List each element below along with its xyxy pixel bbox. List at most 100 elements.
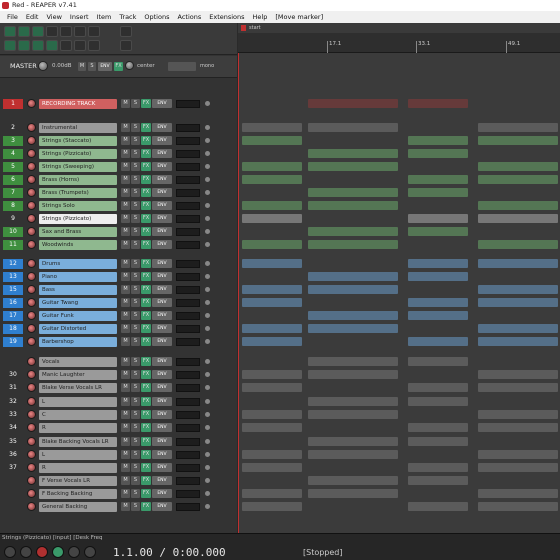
fx-button[interactable]: FX	[141, 272, 151, 281]
track-lane[interactable]	[238, 297, 560, 309]
io-icon[interactable]	[205, 313, 210, 318]
mute-button[interactable]: M	[121, 298, 130, 307]
menu-file[interactable]: File	[3, 11, 22, 23]
record-arm-icon[interactable]	[27, 227, 36, 236]
env-button[interactable]: ENV	[152, 337, 172, 346]
track-name[interactable]: Guitar Distorted	[39, 324, 117, 334]
mute-button[interactable]: M	[121, 502, 130, 511]
master-track[interactable]: MASTER 0.00dB M S ENV FX center mono	[0, 56, 237, 78]
fx-button[interactable]: FX	[141, 311, 151, 320]
track-name[interactable]: L	[39, 397, 117, 407]
io-icon[interactable]	[205, 399, 210, 404]
mute-button[interactable]: M	[121, 201, 130, 210]
track-lane[interactable]	[238, 488, 560, 500]
mute-button[interactable]: M	[121, 272, 130, 281]
save-icon[interactable]	[120, 26, 132, 37]
media-item[interactable]	[478, 337, 558, 346]
track-lane[interactable]	[238, 271, 560, 283]
media-item[interactable]	[408, 357, 468, 366]
env-button[interactable]: ENV	[152, 397, 172, 406]
mute-button[interactable]: M	[121, 259, 130, 268]
media-item[interactable]	[478, 489, 558, 498]
env-button[interactable]: ENV	[152, 227, 172, 236]
media-item[interactable]	[242, 502, 302, 511]
media-item[interactable]	[408, 259, 468, 268]
master-env-button[interactable]: ENV	[98, 62, 112, 71]
env-button[interactable]: ENV	[152, 188, 172, 197]
track-lane[interactable]	[238, 436, 560, 448]
fx-button[interactable]: FX	[141, 240, 151, 249]
track-row[interactable]: 37 R M S FX ENV	[0, 462, 237, 474]
media-item[interactable]	[242, 240, 302, 249]
env-button[interactable]: ENV	[152, 285, 172, 294]
io-icon[interactable]	[205, 177, 210, 182]
menu-options[interactable]: Options	[140, 11, 173, 23]
settings-icon[interactable]	[120, 40, 132, 51]
env-button[interactable]: ENV	[152, 201, 172, 210]
track-lane[interactable]	[238, 323, 560, 335]
mute-button[interactable]: M	[121, 227, 130, 236]
arrange-view[interactable]: start 17.1 33.1 49.1	[238, 23, 560, 533]
cut-icon[interactable]	[60, 40, 72, 51]
track-name[interactable]: F Verse Vocals LR	[39, 476, 117, 486]
media-item[interactable]	[308, 285, 398, 294]
env-button[interactable]: ENV	[152, 162, 172, 171]
track-name[interactable]: Drums	[39, 259, 117, 269]
media-item[interactable]	[308, 311, 398, 320]
record-arm-icon[interactable]	[27, 437, 36, 446]
io-icon[interactable]	[205, 101, 210, 106]
lock-icon[interactable]	[32, 40, 44, 51]
io-icon[interactable]	[205, 385, 210, 390]
io-icon[interactable]	[205, 439, 210, 444]
env-button[interactable]: ENV	[152, 463, 172, 472]
track-name[interactable]: R	[39, 423, 117, 433]
timeline-ruler[interactable]: start 17.1 33.1 49.1	[238, 23, 560, 53]
media-item[interactable]	[408, 227, 468, 236]
io-icon[interactable]	[205, 190, 210, 195]
env-button[interactable]: ENV	[152, 259, 172, 268]
track-name[interactable]: Strings (Staccato)	[39, 136, 117, 146]
media-item[interactable]	[308, 162, 398, 171]
media-item[interactable]	[242, 214, 302, 223]
solo-button[interactable]: S	[131, 201, 140, 210]
menu-extensions[interactable]: Extensions	[205, 11, 248, 23]
menu-actions[interactable]: Actions	[173, 11, 205, 23]
env-button[interactable]: ENV	[152, 370, 172, 379]
media-item[interactable]	[478, 240, 558, 249]
track-name[interactable]: Brass (Trumpets)	[39, 188, 117, 198]
fx-button[interactable]: FX	[141, 99, 151, 108]
solo-button[interactable]: S	[131, 337, 140, 346]
track-row[interactable]: 6 Brass (Horns) M S FX ENV	[0, 174, 237, 186]
media-item[interactable]	[478, 450, 558, 459]
track-lane[interactable]	[238, 501, 560, 513]
env-button[interactable]: ENV	[152, 214, 172, 223]
master-fx-button[interactable]: FX	[114, 62, 123, 71]
record-arm-icon[interactable]	[27, 259, 36, 268]
record-arm-icon[interactable]	[27, 502, 36, 511]
mute-button[interactable]: M	[121, 397, 130, 406]
grid-icon[interactable]	[4, 26, 16, 37]
track-row[interactable]: 12 Drums M S FX ENV	[0, 258, 237, 270]
fx-button[interactable]: FX	[141, 502, 151, 511]
auto-crossfade-icon[interactable]	[18, 40, 30, 51]
track-lane[interactable]	[238, 422, 560, 434]
record-icon[interactable]	[36, 546, 48, 558]
fx-button[interactable]: FX	[141, 259, 151, 268]
mute-button[interactable]: M	[121, 410, 130, 419]
open-project-icon[interactable]	[60, 26, 72, 37]
track-row[interactable]: 34 R M S FX ENV	[0, 422, 237, 434]
io-icon[interactable]	[205, 504, 210, 509]
ripple-icon[interactable]	[32, 26, 44, 37]
media-item[interactable]	[308, 149, 398, 158]
mute-button[interactable]: M	[121, 370, 130, 379]
menu-edit[interactable]: Edit	[22, 11, 43, 23]
track-row[interactable]: 31 Blake Verse Vocals LR M S FX ENV	[0, 382, 237, 394]
solo-button[interactable]: S	[131, 489, 140, 498]
track-row[interactable]: 16 Guitar Twang M S FX ENV	[0, 297, 237, 309]
mute-button[interactable]: M	[121, 463, 130, 472]
solo-button[interactable]: S	[131, 370, 140, 379]
fx-button[interactable]: FX	[141, 227, 151, 236]
track-row[interactable]: 10 Sax and Brass M S FX ENV	[0, 226, 237, 238]
record-arm-icon[interactable]	[27, 476, 36, 485]
solo-button[interactable]: S	[131, 383, 140, 392]
